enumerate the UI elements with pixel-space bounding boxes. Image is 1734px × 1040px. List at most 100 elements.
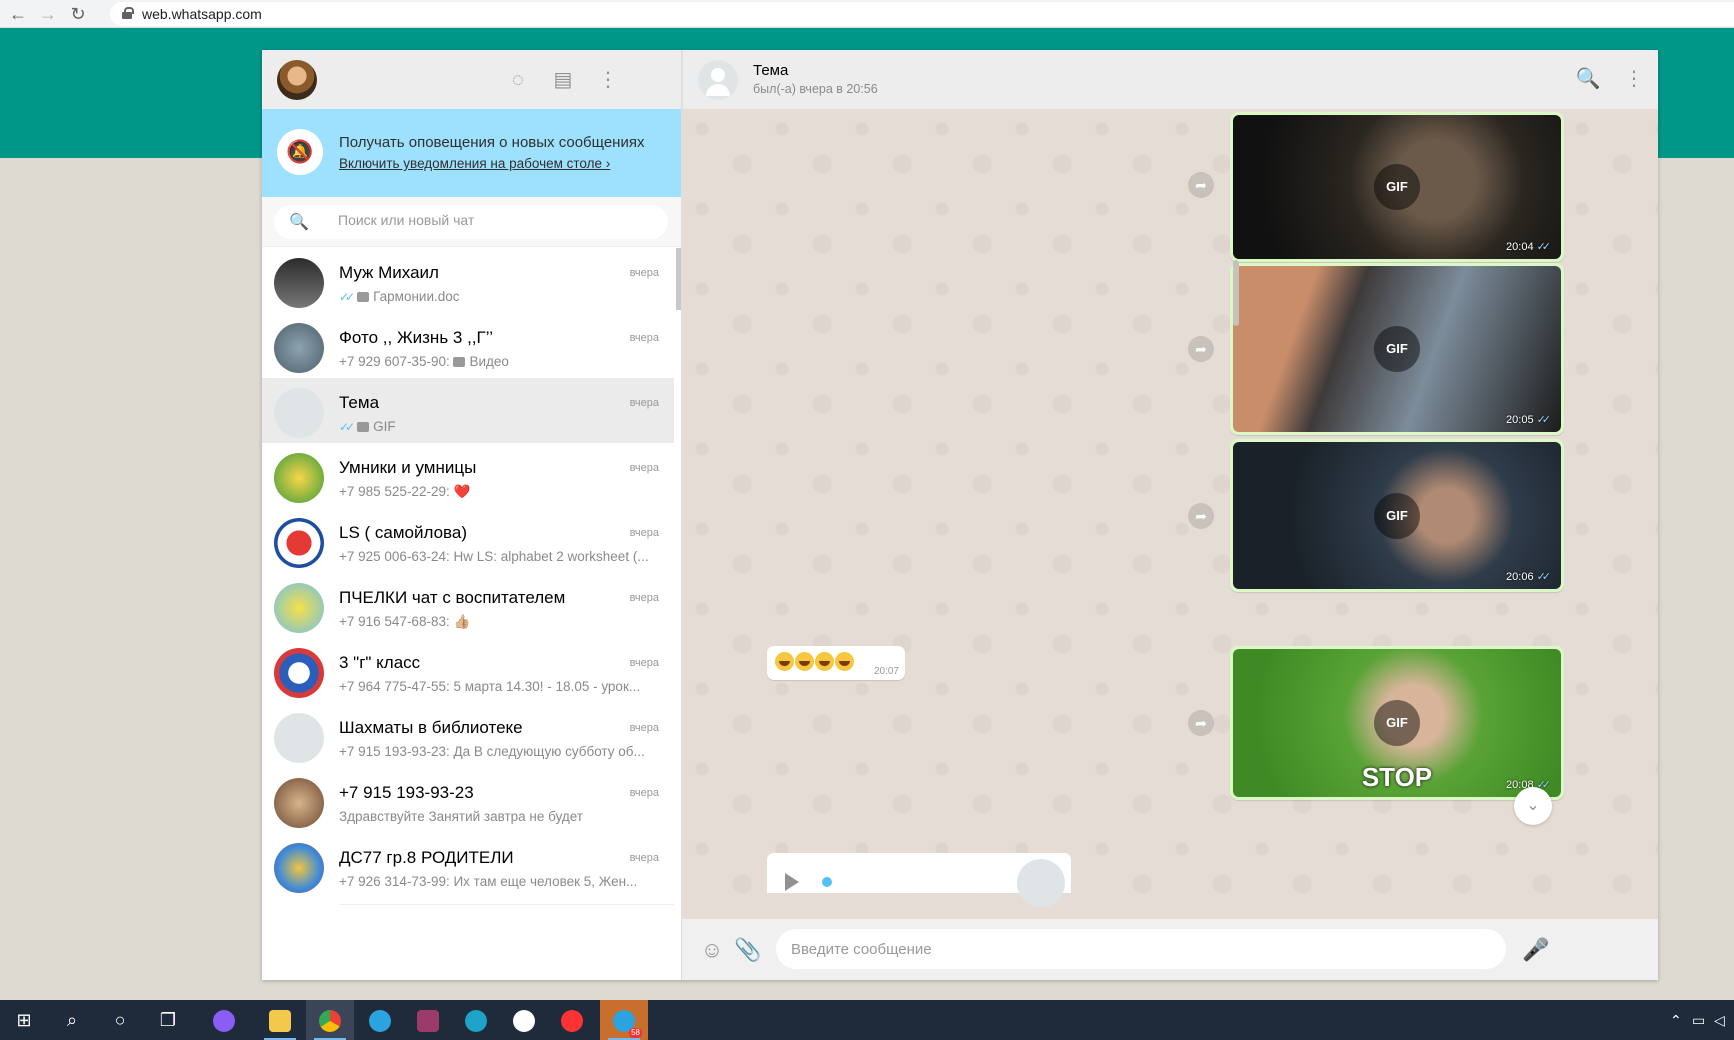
windows-start-icon[interactable]: ⊞ (0, 1000, 48, 1040)
emoji-icon[interactable]: ☺ (698, 936, 726, 964)
menu-icon[interactable]: ⋮ (595, 67, 621, 93)
gif-play-badge[interactable]: GIF (1374, 700, 1420, 746)
forward-icon[interactable]: ➦ (1188, 172, 1214, 198)
chat-item-active[interactable]: Тема вчера ✓✓ GIF (262, 378, 674, 450)
avatar (274, 843, 324, 893)
avatar (274, 518, 324, 568)
text-message[interactable]: 20:07 (767, 646, 905, 680)
avatar (274, 453, 324, 503)
reload-icon[interactable]: ↻ (66, 2, 90, 26)
edge-icon[interactable] (452, 1000, 500, 1040)
group-avatar-icon (274, 713, 324, 763)
volume-icon[interactable]: ◁ (1714, 1000, 1725, 1040)
telegram-notify-icon[interactable]: 58 (600, 1000, 648, 1040)
whatsapp-app: ◌ ▤ ⋮ 🔕 Получать оповещения о новых сооб… (262, 50, 1658, 980)
chat-time: вчера (629, 397, 659, 409)
chat-time: вчера (629, 657, 659, 669)
back-arrow-icon[interactable]: ← (6, 2, 30, 26)
contact-avatar[interactable] (698, 60, 738, 100)
menu-icon[interactable]: ⋮ (1621, 66, 1647, 92)
task-view-icon[interactable]: ❐ (144, 1000, 192, 1040)
search-box[interactable]: 🔍 (274, 205, 668, 239)
search-bar: 🔍 (262, 197, 681, 247)
voice-progress-dot[interactable] (822, 877, 832, 887)
messages-scrollbar[interactable] (1233, 260, 1239, 326)
chat-time: вчера (629, 852, 659, 864)
profile-avatar[interactable] (277, 60, 317, 100)
grinning-emoji (775, 652, 794, 671)
chat-item[interactable]: Фото ,, Жизнь 3 ,,Г’’ вчера +7 929 607-3… (262, 313, 674, 385)
chat-item[interactable]: LS ( самойлова) вчера +7 925 006-63-24: … (262, 508, 674, 580)
chat-name: Тема (339, 393, 380, 412)
chat-preview-text: Гармонии.doc (373, 289, 460, 304)
telegram-icon[interactable] (356, 1000, 404, 1040)
gif-thumbnail[interactable]: GIF 20:04 ✓✓ (1233, 115, 1561, 259)
chat-preview-text: Видео (469, 354, 509, 369)
forward-icon[interactable]: ➦ (1188, 710, 1214, 736)
attach-icon[interactable]: 📎 (734, 936, 762, 964)
sender-avatar (1017, 859, 1065, 907)
lock-icon (122, 7, 134, 19)
gif-message[interactable]: GIF STOP 20:08 ✓✓ (1230, 646, 1564, 800)
conversation-header[interactable]: Тема был(-а) вчера в 20:56 🔍 ⋮ (682, 50, 1658, 109)
forward-arrow-icon[interactable]: → (36, 2, 60, 26)
winrar-icon[interactable] (404, 1000, 452, 1040)
chat-preview: +7 916 547-68-83: 👍🏼 (339, 614, 659, 630)
gif-thumbnail[interactable]: GIF 20:06 ✓✓ (1233, 442, 1561, 589)
avatar (274, 258, 324, 308)
thumbs-up-emoji: 👍🏼 (453, 614, 471, 629)
gif-play-badge[interactable]: GIF (1374, 326, 1420, 372)
cortana-icon[interactable]: ○ (96, 1000, 144, 1040)
browser-toolbar: ← → ↻ web.whatsapp.com (0, 0, 1734, 28)
bell-off-icon: 🔕 (277, 129, 323, 175)
avatar (274, 323, 324, 373)
chat-item[interactable]: ПЧЕЛКИ чат с воспитателем вчера +7 916 5… (262, 573, 674, 645)
chat-preview: +7 915 193-93-23: Да В следующую субботу… (339, 744, 645, 759)
microphone-icon[interactable]: 🎤 (1522, 936, 1550, 964)
telegram-badge: 58 (629, 1028, 642, 1038)
left-header: ◌ ▤ ⋮ (262, 50, 681, 109)
gif-play-badge[interactable]: GIF (1374, 164, 1420, 210)
avatar (274, 648, 324, 698)
search-icon: 🔍 (289, 214, 309, 231)
chat-item[interactable]: +7 915 193-93-23 вчера Здравствуйте Заня… (262, 768, 674, 840)
file-explorer-icon[interactable] (256, 1000, 304, 1040)
message-input[interactable] (776, 929, 1506, 969)
search-input[interactable] (338, 212, 638, 228)
new-chat-icon[interactable]: ▤ (550, 67, 576, 93)
gif-play-badge[interactable]: GIF (1374, 492, 1420, 539)
forward-icon[interactable]: ➦ (1188, 336, 1214, 362)
address-bar[interactable]: web.whatsapp.com (110, 2, 1734, 26)
chat-item[interactable]: Умники и умницы вчера +7 985 525-22-29: … (262, 443, 674, 515)
play-icon[interactable] (785, 873, 799, 891)
search-icon[interactable]: ⌕ (48, 1000, 96, 1040)
chat-time: вчера (629, 462, 659, 474)
gif-message[interactable]: GIF 20:06 ✓✓ (1230, 439, 1564, 592)
chat-preview: ✓✓ Гармонии.doc (339, 289, 659, 304)
tray-chevron-icon[interactable]: ⌃ (1670, 1000, 1682, 1040)
alice-assistant-icon[interactable] (200, 1000, 248, 1040)
enable-notifications-link[interactable]: Включить уведомления на рабочем столе › (339, 156, 610, 171)
voice-message[interactable] (767, 853, 1071, 907)
chat-name: +7 915 193-93-23 (339, 783, 474, 802)
chat-item[interactable]: Шахматы в библиотеке вчера +7 915 193-93… (262, 703, 674, 775)
yandex-icon[interactable] (548, 1000, 596, 1040)
chat-item[interactable]: Муж Михаил вчера ✓✓ Гармонии.doc (262, 248, 674, 320)
chat-preview: +7 964 775-47-55: 5 марта 14.30! - 18.05… (339, 679, 641, 694)
gif-message[interactable]: GIF 20:05 ✓✓ (1230, 263, 1564, 435)
gif-thumbnail[interactable]: GIF STOP 20:08 ✓✓ (1233, 649, 1561, 797)
gif-thumbnail[interactable]: GIF 20:05 ✓✓ (1233, 266, 1561, 432)
chrome-icon[interactable] (306, 1000, 354, 1040)
search-icon[interactable]: 🔍 (1575, 66, 1601, 92)
forward-icon[interactable]: ➦ (1188, 503, 1214, 529)
chat-name: LS ( самойлова) (339, 523, 468, 542)
network-icon[interactable]: ▭ (1692, 1000, 1705, 1040)
heart-emoji: ❤️ (453, 484, 471, 499)
scroll-down-button[interactable]: ⌄ (1514, 787, 1552, 825)
gif-message[interactable]: GIF 20:04 ✓✓ (1230, 112, 1564, 262)
chat-item[interactable]: 3 "г" класс вчера +7 964 775-47-55: 5 ма… (262, 638, 674, 710)
chat-item[interactable]: ДС77 гр.8 РОДИТЕЛИ вчера +7 926 314-73-9… (262, 833, 674, 905)
status-icon[interactable]: ◌ (505, 67, 531, 93)
yandex-browser-icon[interactable] (500, 1000, 548, 1040)
video-icon (453, 357, 466, 367)
